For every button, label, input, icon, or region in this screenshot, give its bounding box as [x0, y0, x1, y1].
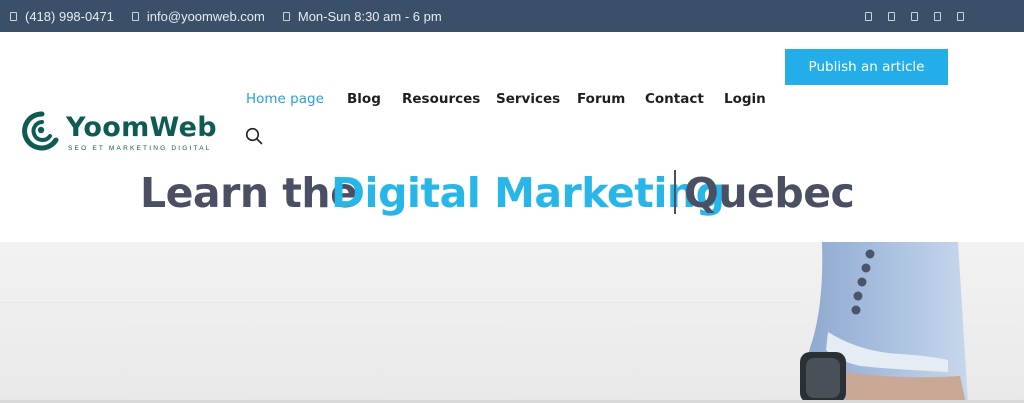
nav-resources[interactable]: Resources [402, 88, 480, 110]
nav-login[interactable]: Login [724, 88, 766, 110]
headline-divider [674, 170, 676, 214]
headline-digital-marketing: Digital Marketing [331, 169, 725, 217]
headline-quebec: Quebec [684, 169, 855, 217]
hours-text: Mon-Sun 8:30 am - 6 pm [297, 8, 442, 24]
clock-icon [282, 11, 290, 21]
hero-image [0, 242, 1024, 403]
top-info-bar: (418) 998-0471 info@yoomweb.com Mon-Sun … [0, 0, 1024, 32]
publish-article-button[interactable]: Publish an article [785, 49, 948, 85]
logo-tagline: SEO ET MARKETING DIGITAL [68, 145, 212, 152]
twitter-icon[interactable] [888, 11, 895, 21]
headline-learn: Learn the [140, 169, 358, 217]
social-links [865, 0, 964, 32]
logo-name: YoomWeb [66, 112, 217, 143]
site-logo[interactable]: YoomWeb SEO ET MARKETING DIGITAL [12, 104, 228, 160]
nav-contact[interactable]: Contact [645, 88, 704, 110]
email-text: info@yoomweb.com [146, 8, 265, 24]
facebook-icon[interactable] [865, 11, 872, 21]
page-headline: Learn the Digital Marketing Quebec [0, 166, 1024, 220]
email-item[interactable]: info@yoomweb.com [131, 8, 265, 24]
nav-forum[interactable]: Forum [577, 88, 625, 110]
phone-text: (418) 998-0471 [25, 8, 114, 24]
youtube-icon[interactable] [957, 11, 964, 21]
contact-info: (418) 998-0471 info@yoomweb.com Mon-Sun … [10, 0, 442, 32]
instagram-icon[interactable] [934, 11, 941, 21]
email-icon [131, 11, 139, 21]
nav-home[interactable]: Home page [246, 88, 324, 110]
search-icon[interactable] [245, 127, 263, 145]
hero-photo [0, 242, 1024, 403]
linkedin-icon[interactable] [911, 11, 918, 21]
nav-blog[interactable]: Blog [347, 88, 381, 110]
yoomweb-logo-icon [22, 111, 59, 151]
phone-item[interactable]: (418) 998-0471 [10, 9, 114, 24]
phone-icon [10, 11, 17, 21]
nav-services[interactable]: Services [496, 88, 560, 110]
site-header: YoomWeb SEO ET MARKETING DIGITAL Home pa… [0, 32, 1024, 242]
hours-item: Mon-Sun 8:30 am - 6 pm [282, 8, 442, 24]
